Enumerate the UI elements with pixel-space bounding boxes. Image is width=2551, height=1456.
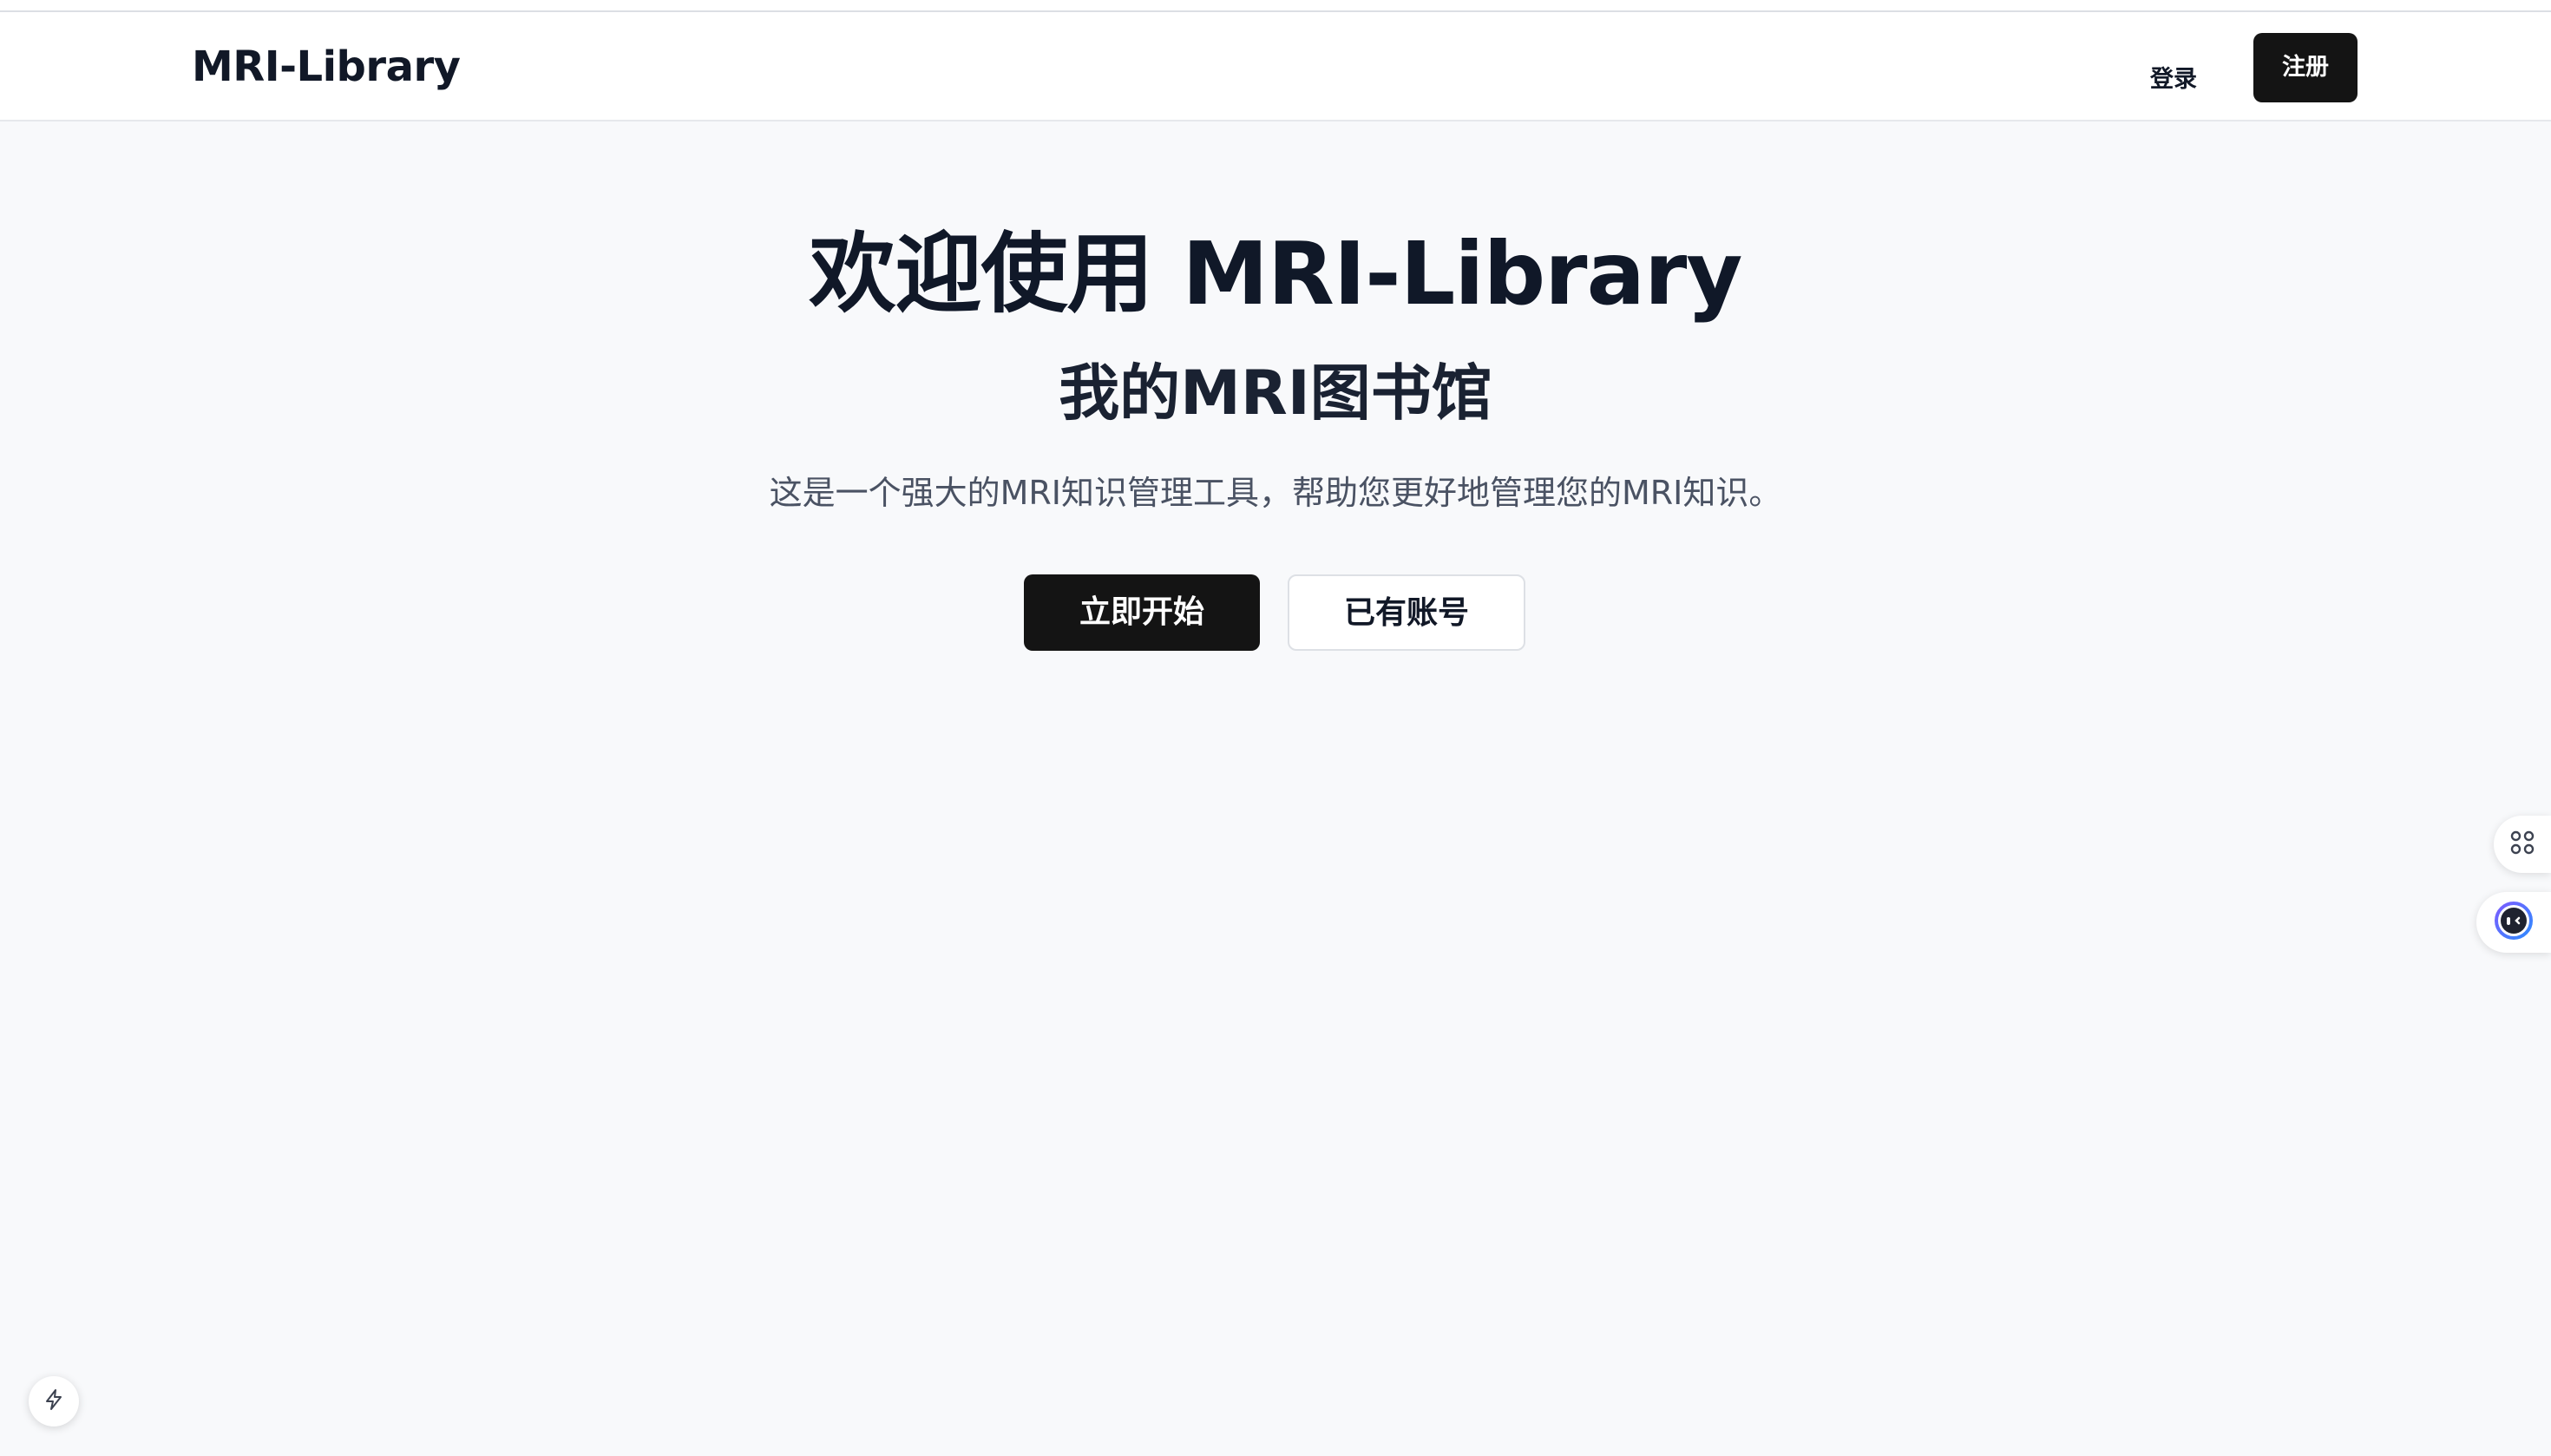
command-icon xyxy=(2508,829,2536,860)
hero-subtitle: 我的MRI图书馆 xyxy=(1059,357,1492,429)
get-started-button[interactable]: 立即开始 xyxy=(1024,574,1260,651)
side-assistant-button[interactable] xyxy=(2476,892,2551,953)
assistant-bot-icon xyxy=(2493,900,2535,945)
brand-logo-text[interactable]: MRI-Library xyxy=(192,42,461,92)
side-command-button[interactable] xyxy=(2494,816,2551,873)
have-account-button[interactable]: 已有账号 xyxy=(1288,574,1525,651)
register-button[interactable]: 注册 xyxy=(2253,33,2358,102)
hero-description: 这是一个强大的MRI知识管理工具，帮助您更好地管理您的MRI知识。 xyxy=(769,474,1782,512)
top-navbar: MRI-Library 登录 注册 xyxy=(0,12,2551,121)
window-top-strip xyxy=(0,0,2551,12)
login-link[interactable]: 登录 xyxy=(2135,47,2213,113)
hero-title: 欢迎使用 MRI-Library xyxy=(809,223,1743,325)
lightning-icon xyxy=(42,1387,66,1415)
bottom-left-floating-button[interactable] xyxy=(29,1376,79,1426)
